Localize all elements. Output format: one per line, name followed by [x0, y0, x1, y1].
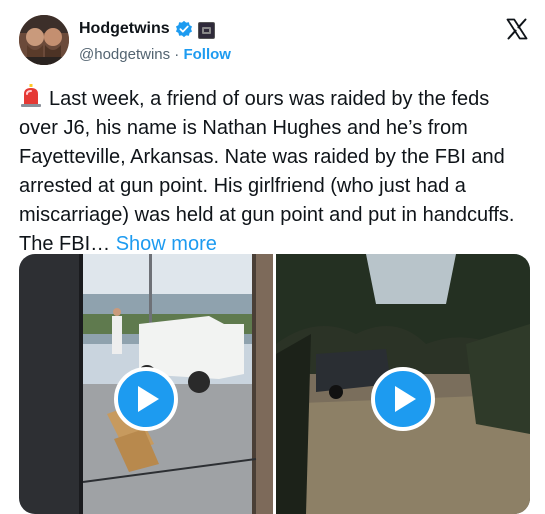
- rotating-light-emoji-icon: [21, 84, 41, 107]
- handle-row: @hodgetwins · Follow: [79, 45, 231, 65]
- show-more-link[interactable]: Show more: [116, 233, 217, 255]
- author-handle[interactable]: @hodgetwins: [79, 46, 170, 63]
- separator-dot: ·: [174, 46, 180, 63]
- play-icon: [395, 386, 416, 412]
- follow-button[interactable]: Follow: [183, 46, 231, 63]
- video-thumbnail-2[interactable]: [276, 254, 530, 514]
- play-icon: [138, 386, 159, 412]
- play-button-2[interactable]: [371, 367, 435, 431]
- tweet-body: Last week, a friend of ours was raided b…: [19, 88, 515, 255]
- media-grid: [19, 254, 530, 514]
- tweet-text: Last week, a friend of ours was raided b…: [19, 84, 529, 259]
- affiliate-badge-icon: [198, 22, 215, 39]
- author-name[interactable]: Hodgetwins: [79, 19, 170, 39]
- verified-badge-icon: [175, 20, 193, 38]
- video-thumbnail-1[interactable]: [19, 254, 273, 514]
- x-logo-icon[interactable]: [505, 17, 529, 41]
- author-avatar[interactable]: [19, 15, 69, 65]
- play-button-1[interactable]: [114, 367, 178, 431]
